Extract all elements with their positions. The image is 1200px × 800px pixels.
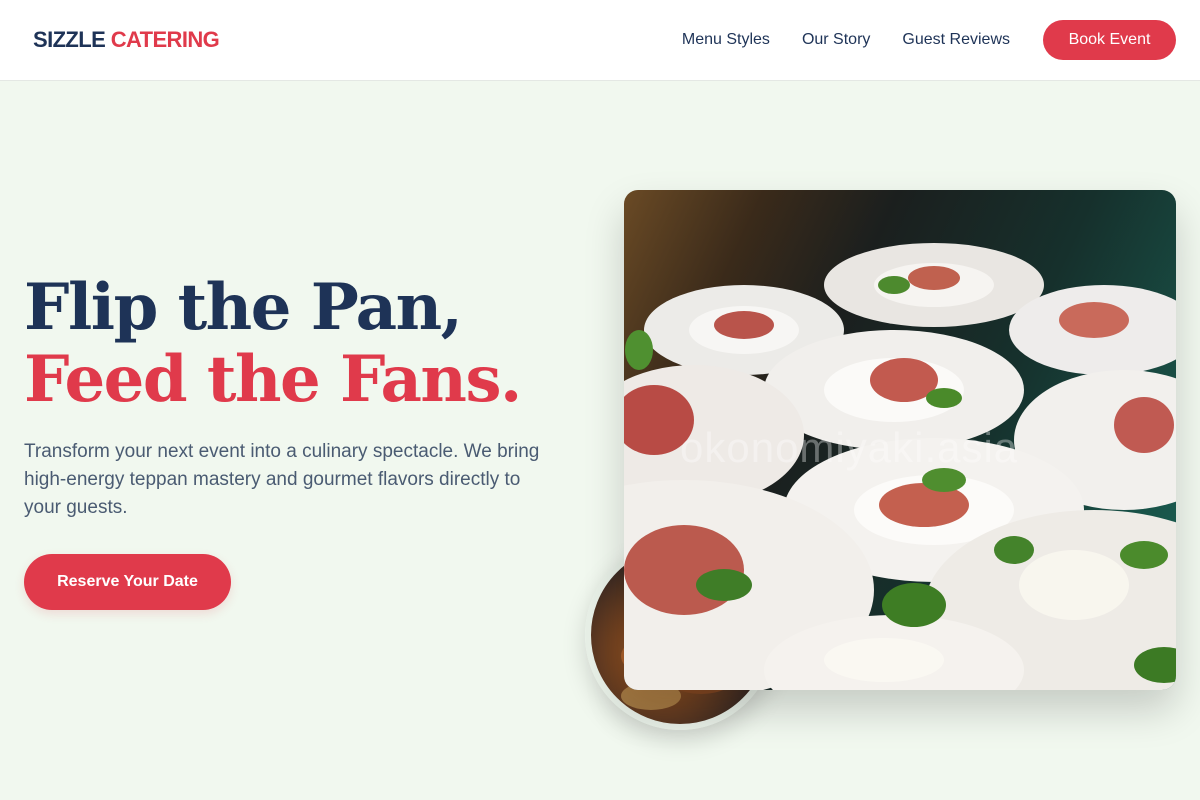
- site-header: SIZZLE CATERING Menu Styles Our Story Gu…: [0, 0, 1200, 81]
- nav-link-our-story[interactable]: Our Story: [802, 31, 870, 49]
- logo-word-catering: CATERING: [110, 27, 220, 52]
- hero-title-line-2: Feed the Fans.: [24, 342, 522, 417]
- hero-title: Flip the Pan, Feed the Fans.: [24, 270, 522, 417]
- book-event-button[interactable]: Book Event: [1043, 20, 1176, 60]
- hero-description: Transform your next event into a culinar…: [24, 441, 540, 518]
- main-nav: Menu Styles Our Story Guest Reviews Book…: [682, 20, 1176, 60]
- brand-logo[interactable]: SIZZLE CATERING: [33, 27, 220, 53]
- reserve-date-button[interactable]: Reserve Your Date: [24, 554, 231, 610]
- logo-word-sizzle: SIZZLE: [33, 27, 106, 52]
- nav-link-menu-styles[interactable]: Menu Styles: [682, 31, 770, 49]
- nav-link-guest-reviews[interactable]: Guest Reviews: [902, 31, 1010, 49]
- hero-title-line-1: Flip the Pan,: [24, 270, 463, 345]
- image-watermark: okonomiyaki.asia: [680, 424, 1019, 471]
